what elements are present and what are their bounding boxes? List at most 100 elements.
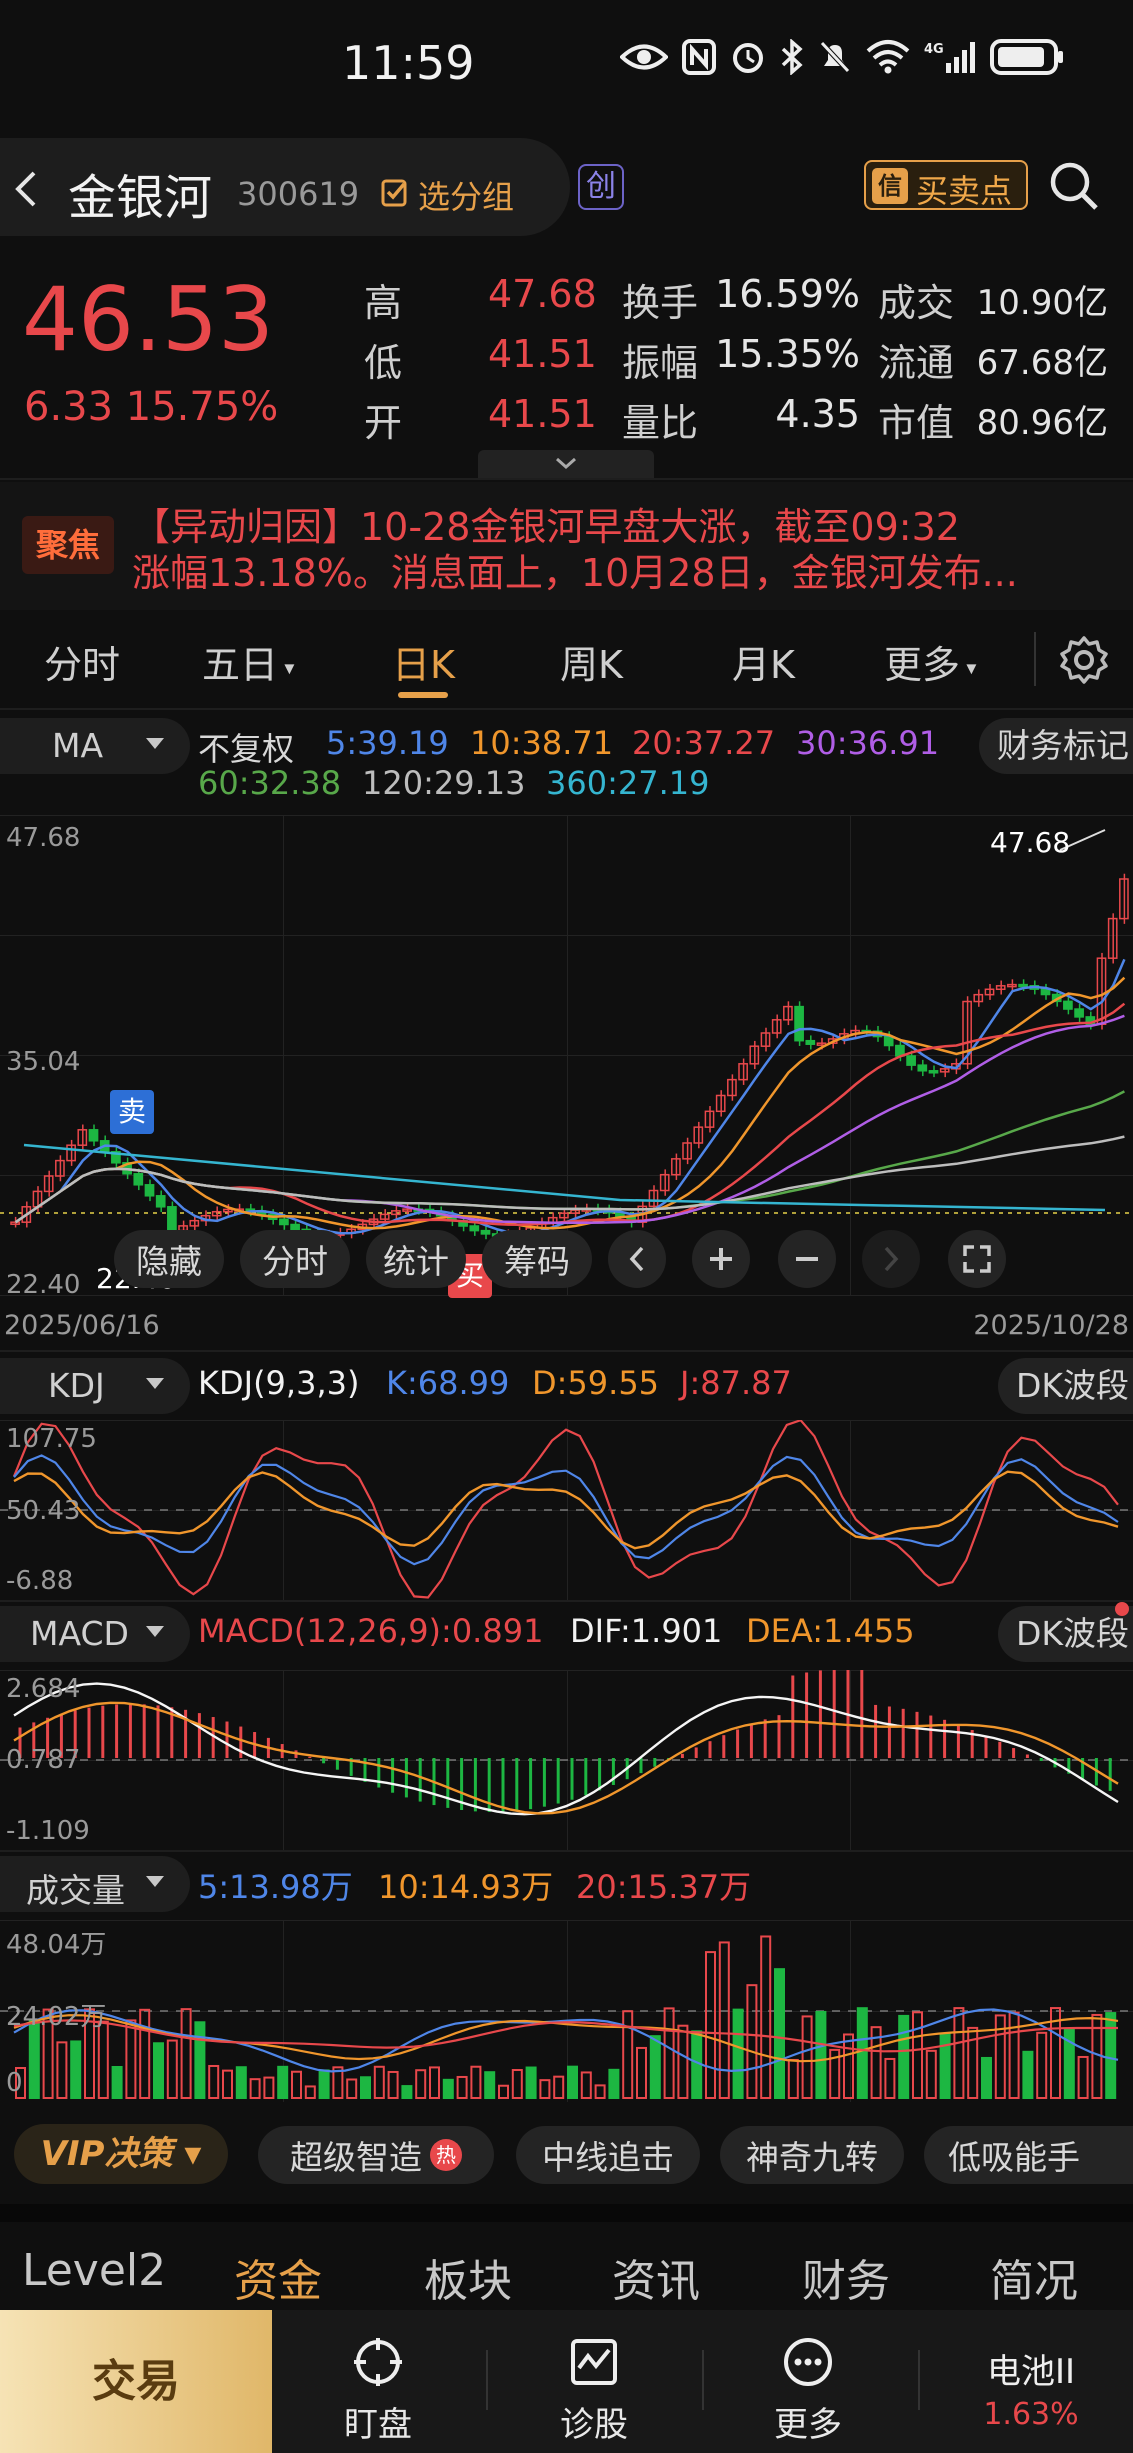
news-banner[interactable]: 聚焦 【异动归因】10-28金银河早盘大涨，截至09:32 涨幅13.18%。消… (0, 482, 1133, 610)
ma10-value: 10:38.71 (470, 724, 614, 762)
volume-bar (360, 2076, 371, 2099)
ma-line (14, 1014, 1125, 1225)
strategy-super-smart[interactable]: 超级智造热 (258, 2126, 494, 2184)
tab-monthly-k[interactable]: 月K (732, 634, 795, 689)
macd-y-mid: 0.787 (6, 1745, 81, 1775)
candle (883, 1035, 894, 1047)
strategy-magic-nine[interactable]: 神奇九转 (720, 2126, 904, 2184)
kdj-selector[interactable]: KDJ (0, 1358, 190, 1414)
tab-profile[interactable]: 简况 (990, 2245, 1078, 2309)
volume-bar (484, 2071, 496, 2099)
macd-selector[interactable]: MACD (0, 1606, 190, 1662)
clock: 11:59 (342, 36, 475, 90)
sell-marker[interactable]: 卖 (110, 1090, 154, 1134)
candle (469, 1225, 480, 1232)
gear-icon[interactable] (1058, 634, 1110, 686)
volume-bar (787, 2058, 799, 2099)
scroll-left-button[interactable] (608, 1230, 666, 1288)
select-group-button[interactable]: 选分组 (418, 172, 514, 218)
chinext-badge: 创 (578, 164, 624, 210)
hide-button[interactable]: 隐藏 (114, 1230, 224, 1288)
tab-five-day[interactable]: 五日 ▾ (202, 634, 294, 689)
tab-finance[interactable]: 财务 (802, 2245, 890, 2309)
volume-bar (705, 1951, 716, 2100)
tab-more[interactable]: 更多 ▾ (884, 634, 976, 689)
candle (1063, 1000, 1073, 1010)
kdj-y-top: 107.75 (6, 1424, 97, 1454)
strategy-low-buy[interactable]: 低吸能手 (924, 2126, 1133, 2184)
candle (167, 1206, 177, 1232)
deal-value: 10.90亿 (976, 283, 1108, 323)
battery-sector-button[interactable]: 电池II 1.63% (936, 2310, 1126, 2453)
more-button[interactable]: 更多 (718, 2310, 898, 2453)
hlo-quotes: 高 47.68 低 41.51 开 41.51 (364, 272, 624, 452)
tab-weekly-k[interactable]: 周K (560, 634, 623, 689)
chips-button[interactable]: 筹码 (482, 1230, 592, 1288)
divider (0, 2204, 1133, 2222)
volume-bar (180, 2008, 192, 2099)
info-tabs: Level2 资金 板块 资讯 财务 简况 (0, 2235, 1133, 2315)
tab-level2[interactable]: Level2 (22, 2245, 166, 2296)
sector-name: 电池II (986, 2352, 1076, 2392)
volume-bar (111, 2065, 123, 2099)
turnover-label: 换手 (622, 281, 699, 325)
quote-low: 低 41.51 (364, 332, 597, 385)
tab-news[interactable]: 资讯 (612, 2245, 700, 2309)
strategy-mid-term[interactable]: 中线追击 (516, 2126, 700, 2184)
stats-col-1: 换手 16.59% 振幅 15.35% 量比 4.35 (622, 272, 860, 452)
ma5-value: 5:39.19 (326, 724, 449, 762)
tab-sector[interactable]: 板块 (424, 2245, 512, 2309)
chart-doc-icon (571, 2339, 617, 2385)
diagnose-button[interactable]: 诊股 (504, 2310, 684, 2453)
divider (702, 2350, 704, 2410)
zoom-out-button[interactable] (778, 1230, 836, 1288)
candle (155, 1195, 166, 1208)
volume-bar (663, 2007, 675, 2099)
volume-bar (70, 2040, 82, 2100)
volume-bar (539, 2079, 551, 2099)
scroll-right-button[interactable] (862, 1230, 920, 1288)
tab-funds[interactable]: 资金 (234, 2245, 322, 2309)
watch-button[interactable]: 盯盘 (288, 2310, 468, 2453)
chevron-left-icon (629, 1246, 644, 1272)
volume-bar (56, 2041, 68, 2099)
volume-bar (594, 2084, 606, 2099)
volume-bar (373, 2065, 385, 2100)
tab-daily-k[interactable]: 日K (392, 634, 455, 689)
high-price-label: 47.68 (990, 826, 1071, 859)
volume-ratio-value: 4.35 (775, 392, 860, 436)
target-icon (354, 2338, 402, 2386)
ma-selector[interactable]: MA (0, 718, 190, 774)
search-icon[interactable] (1048, 160, 1100, 212)
strategy-row: VIP决策 ▾ 超级智造热 中线追击 神奇九转 低吸能手 (0, 2114, 1133, 2196)
tab-intraday[interactable]: 分时 (44, 634, 120, 689)
vol-y-mid: 24.02万 (6, 2002, 107, 2032)
statistics-button[interactable]: 统计 (366, 1230, 466, 1288)
volume-bar (636, 2046, 647, 2099)
buy-sell-label: 买卖点 (916, 172, 1013, 210)
divider (486, 2350, 488, 2410)
float-label: 流通 (878, 341, 955, 385)
expand-quote-button[interactable] (478, 450, 654, 478)
hot-badge: 热 (430, 2139, 462, 2171)
quote-open: 开 41.51 (364, 392, 597, 445)
volume-bar (387, 2070, 399, 2099)
back-arrow-icon[interactable] (14, 170, 38, 208)
volume-bar (1008, 2011, 1020, 2099)
volume-ratio-label: 量比 (622, 401, 699, 445)
market-cap-value: 80.96亿 (976, 403, 1108, 443)
fullscreen-button[interactable] (948, 1230, 1006, 1288)
deal-label: 成交 (878, 281, 955, 325)
ma360-value: 360:27.19 (546, 764, 710, 802)
intraday-button[interactable]: 分时 (240, 1230, 350, 1288)
volume-selector[interactable]: 成交量 (0, 1856, 190, 1912)
dk-band-button-macd[interactable]: DK波段 (997, 1606, 1133, 1662)
fullscreen-icon (963, 1245, 991, 1273)
vip-decision-button[interactable]: VIP决策 ▾ (14, 2124, 228, 2184)
volume-bar (746, 1984, 758, 2099)
dk-band-button-kdj[interactable]: DK波段 (997, 1358, 1133, 1414)
finance-mark-button[interactable]: 财务标记 (979, 718, 1133, 774)
trade-button[interactable]: 交易 (0, 2310, 272, 2453)
zoom-in-button[interactable] (692, 1230, 750, 1288)
buy-sell-point-button[interactable]: 信 买卖点 (864, 160, 1028, 210)
